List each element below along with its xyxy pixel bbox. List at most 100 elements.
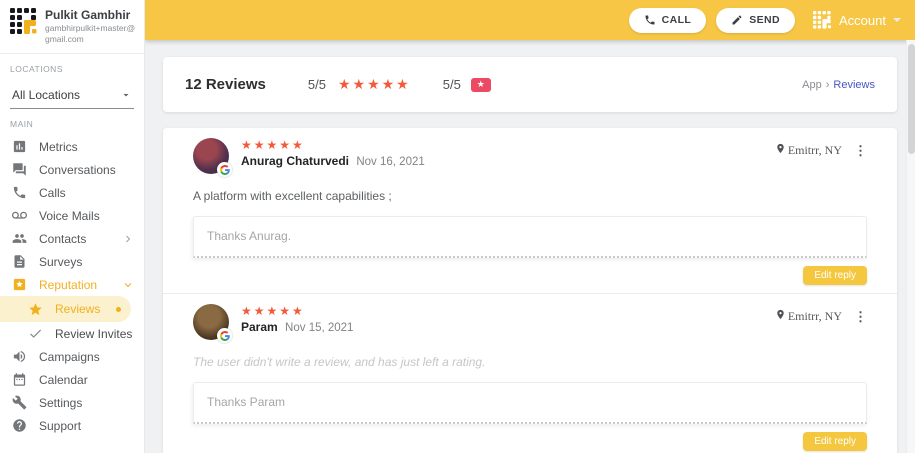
emitrr-logo-icon (10, 8, 37, 34)
section-label-main: MAIN (10, 119, 34, 130)
sidebar-item-reputation[interactable]: Reputation (0, 273, 144, 296)
sidebar-item-conversations[interactable]: Conversations (0, 158, 144, 181)
breadcrumb-separator: › (825, 78, 830, 91)
review-star-rating: ★★★★★ (241, 138, 305, 152)
reviews-list-card: ★★★★★ Anurag Chaturvedi Nov 16, 2021 Emi… (163, 128, 897, 453)
chevron-right-icon (122, 233, 134, 245)
review-item: ★★★★★ Param Nov 15, 2021 Emitrr, NY ⋮ Th… (163, 293, 897, 453)
location-selector-value: All Locations (12, 88, 81, 103)
section-label-account: ACCOUNT (0, 443, 144, 453)
sidebar-item-label: Calls (39, 185, 66, 200)
sidebar-item-label: Voice Mails (39, 208, 100, 223)
breadcrumb: App › Reviews (802, 79, 875, 91)
content-area: 12 Reviews 5/5 ★★★★★ 5/5 ★ App›Reviews (145, 40, 915, 453)
phone-icon (645, 15, 655, 25)
voicemail-icon (12, 208, 27, 223)
sidebar-item-campaigns[interactable]: Campaigns (0, 345, 144, 368)
edit-reply-button[interactable]: Edit reply (803, 432, 867, 451)
review-text: A platform with excellent capabilities ; (193, 189, 392, 203)
main-area: CALL SEND Account 12 Reviews 5/5 ★★★★★ 5… (145, 0, 915, 453)
sidebar-item-settings[interactable]: Settings (0, 391, 144, 414)
reviewer-name: Anurag Chaturvedi (241, 154, 350, 169)
support-icon (12, 418, 27, 433)
sidebar-item-calendar[interactable]: Calendar (0, 368, 144, 391)
star-rating: ★★★★★ (337, 76, 411, 92)
location-pin-icon (775, 307, 786, 325)
review-date: Nov 15, 2021 (285, 322, 354, 335)
sidebar-item-support[interactable]: Support (0, 414, 144, 437)
review-no-text-note: The user didn't write a review, and has … (193, 355, 486, 369)
sidebar-item-label: Support (39, 418, 82, 433)
breadcrumb-parent[interactable]: App (802, 79, 822, 91)
review-location: Emitrr, NY (787, 142, 842, 157)
avatar (193, 304, 232, 343)
app-root: Pulkit Gambhir gambhirpulkit+master@gmai… (0, 0, 915, 453)
sidebar-nav: Metrics Conversations Calls Voice Mails … (0, 135, 144, 437)
calendar-icon (12, 372, 27, 387)
check-icon (28, 326, 43, 341)
sidebar-item-label: Metrics (39, 139, 78, 154)
section-label-locations: LOCATIONS (10, 64, 63, 75)
sidebar-item-metrics[interactable]: Metrics (0, 135, 144, 158)
surveys-icon (12, 254, 27, 269)
active-dot (116, 306, 121, 312)
account-label: Account (839, 12, 886, 28)
scrollbar-track[interactable] (906, 40, 915, 453)
sidebar-item-surveys[interactable]: Surveys (0, 250, 144, 273)
profile-email: gambhirpulkit+master@gmail.com (45, 23, 136, 45)
sidebar: Pulkit Gambhir gambhirpulkit+master@gmai… (0, 0, 145, 453)
breadcrumb-current[interactable]: Reviews (833, 79, 875, 91)
reviewer-name: Param (241, 320, 278, 335)
sidebar-item-label: Campaigns (39, 349, 100, 364)
rating-value: 5/5 (307, 77, 326, 92)
sidebar-item-voice-mails[interactable]: Voice Mails (0, 204, 144, 227)
campaigns-icon (12, 349, 27, 364)
sidebar-item-label: Conversations (39, 162, 116, 177)
avatar (193, 138, 232, 177)
sidebar-item-label: Reputation (39, 277, 98, 292)
sidebar-item-label: Settings (39, 395, 83, 410)
more-options-icon[interactable]: ⋮ (854, 310, 867, 323)
contacts-icon (12, 231, 27, 246)
account-menu[interactable]: Account (813, 10, 901, 30)
reviews-count: 12 Reviews (185, 76, 266, 93)
pencil-icon (732, 15, 742, 25)
dropdown-caret-icon (123, 94, 129, 97)
review-date: Nov 16, 2021 (356, 156, 425, 169)
location-pin-icon (775, 141, 786, 159)
emitrr-logo-white-icon (813, 10, 831, 29)
review-star-rating: ★★★★★ (241, 304, 305, 318)
profile-block[interactable]: Pulkit Gambhir gambhirpulkit+master@gmai… (0, 0, 144, 49)
reviews-summary-card: 12 Reviews 5/5 ★★★★★ 5/5 ★ App › Reviews (163, 57, 897, 112)
call-button[interactable]: CALL (628, 7, 707, 33)
send-button-label: SEND (749, 14, 781, 26)
topbar: CALL SEND Account (145, 0, 915, 40)
phone-icon (12, 185, 27, 200)
account-caret-icon (893, 18, 901, 22)
edit-reply-button[interactable]: Edit reply (803, 266, 867, 285)
sidebar-item-label: Review Invites (55, 326, 133, 341)
sidebar-item-label: Contacts (39, 231, 87, 246)
platform-rating-value: 5/5 (442, 77, 461, 92)
google-icon (217, 162, 232, 177)
more-options-icon[interactable]: ⋮ (854, 144, 867, 157)
call-button-label: CALL (661, 14, 692, 26)
profile-name: Pulkit Gambhir (45, 8, 131, 22)
sidebar-item-label: Reviews (55, 302, 101, 317)
reply-input[interactable]: Thanks Param (193, 382, 867, 424)
sidebar-item-calls[interactable]: Calls (0, 181, 144, 204)
conversations-icon (12, 162, 27, 177)
scrollbar-thumb[interactable] (908, 44, 915, 154)
reputation-icon (12, 277, 27, 292)
review-location: Emitrr, NY (787, 308, 842, 323)
review-item: ★★★★★ Anurag Chaturvedi Nov 16, 2021 Emi… (163, 128, 897, 293)
chevron-down-icon (122, 279, 134, 291)
send-button[interactable]: SEND (716, 7, 796, 33)
platform-badge-icon: ★ (470, 77, 491, 92)
location-selector[interactable]: All Locations (10, 84, 134, 110)
sidebar-item-reviews[interactable]: Reviews (0, 296, 131, 323)
reply-input[interactable]: Thanks Anurag. (193, 216, 867, 258)
sidebar-item-label: Surveys (39, 254, 83, 269)
sidebar-item-review-invites[interactable]: Review Invites (0, 322, 144, 345)
sidebar-item-contacts[interactable]: Contacts (0, 227, 144, 250)
